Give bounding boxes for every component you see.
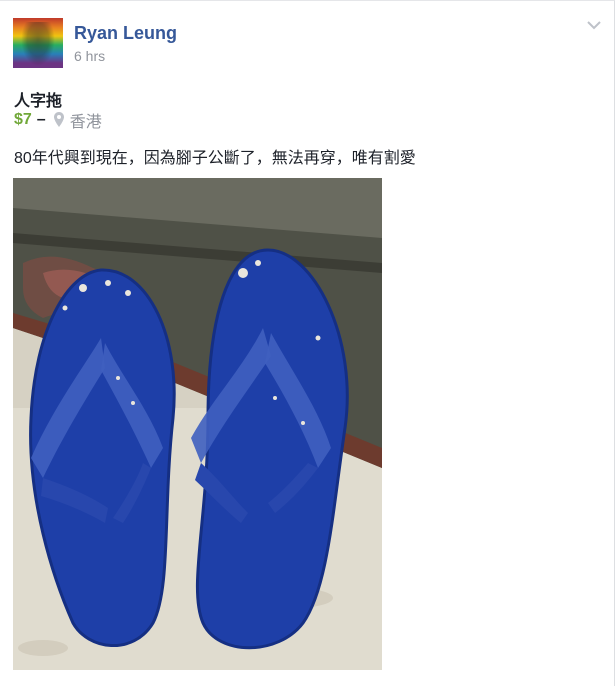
price-separator: – (36, 111, 46, 128)
post-timestamp[interactable]: 6 hrs (74, 48, 105, 64)
listing-title: 人字拖 (14, 93, 63, 110)
location-pin-icon (53, 112, 64, 127)
listing-description: 80年代興到現在，因為腳子公斷了，無法再穿，唯有割愛 (14, 150, 416, 167)
listing-location[interactable]: 香港 (70, 108, 102, 132)
marketplace-post: Ryan Leung 6 hrs 人字拖 $7 – 香港 80年代興到現在，因為… (0, 0, 615, 686)
price-location-row: $7 – 香港 (14, 108, 102, 132)
chevron-down-icon[interactable] (586, 19, 602, 31)
listing-price: $7 (14, 111, 32, 128)
avatar[interactable] (13, 18, 63, 68)
author-name-link[interactable]: Ryan Leung (74, 23, 177, 44)
listing-photo[interactable] (13, 178, 382, 670)
